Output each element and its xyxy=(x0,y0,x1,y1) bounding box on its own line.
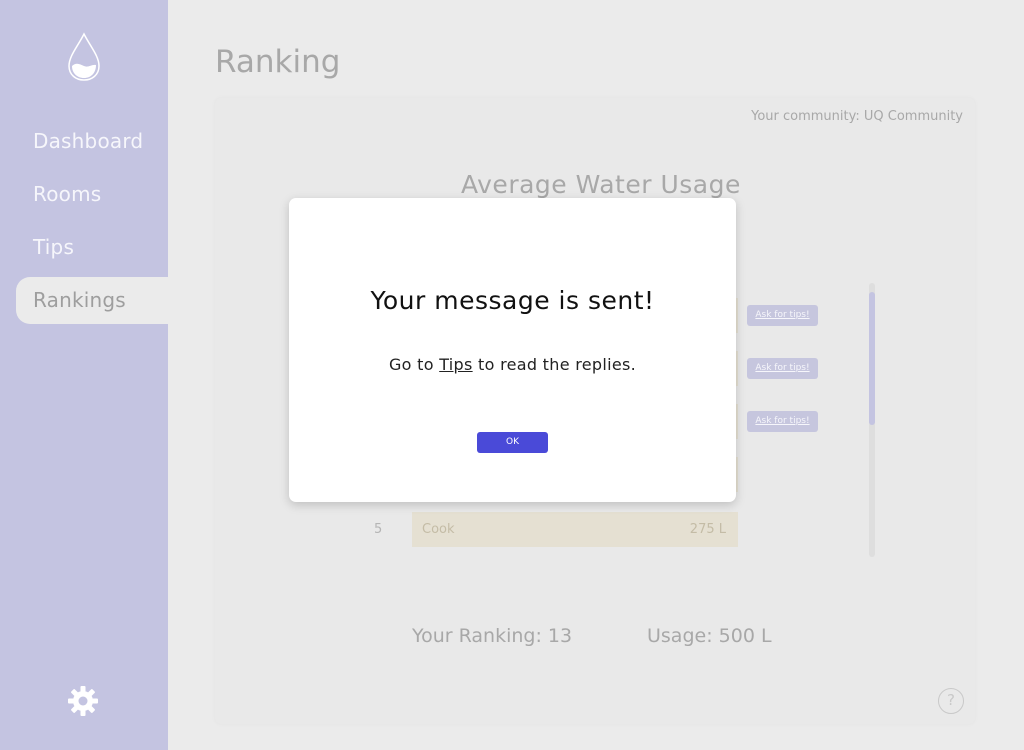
ask-tips-button[interactable]: Ask for tips! xyxy=(747,305,818,326)
ask-tips-button[interactable]: Ask for tips! xyxy=(747,358,818,379)
sidebar: Dashboard Rooms Tips Rankings xyxy=(0,0,186,750)
sidebar-item-rankings-active[interactable]: Rankings xyxy=(16,277,186,324)
your-ranking: Your Ranking: 13 xyxy=(412,625,573,647)
gear-icon[interactable] xyxy=(67,685,99,717)
table-row: Cook 275 L xyxy=(412,512,738,547)
scrollbar-thumb[interactable] xyxy=(869,292,875,425)
confirmation-dialog: Your message is sent! Go to Tips to read… xyxy=(289,198,736,502)
dialog-text-before: Go to xyxy=(388,355,434,374)
rank-number: 5 xyxy=(374,522,383,537)
ask-tips-button[interactable]: Ask for tips! xyxy=(747,411,818,432)
dialog-message: Go to Tips to read the replies. xyxy=(289,355,736,374)
dialog-text-after: to read the replies. xyxy=(478,355,637,374)
dialog-title: Your message is sent! xyxy=(370,286,655,315)
chart-title: Average Water Usage xyxy=(461,170,741,199)
community-label: Your community: UQ Community xyxy=(751,109,963,124)
sidebar-item-label: Rankings xyxy=(33,288,126,312)
sidebar-item-dashboard[interactable]: Dashboard xyxy=(33,129,143,153)
usage-value: 275 L xyxy=(689,522,726,537)
water-drop-logo-icon xyxy=(68,32,100,81)
your-usage: Usage: 500 L xyxy=(647,625,772,647)
sidebar-item-rooms[interactable]: Rooms xyxy=(33,182,101,206)
help-icon[interactable]: ? xyxy=(938,688,964,714)
page-title: Ranking xyxy=(215,44,341,80)
tips-link[interactable]: Tips xyxy=(439,355,472,374)
ok-button[interactable]: OK xyxy=(477,432,548,453)
activity-label: Cook xyxy=(422,522,455,537)
sidebar-item-tips[interactable]: Tips xyxy=(33,235,74,259)
